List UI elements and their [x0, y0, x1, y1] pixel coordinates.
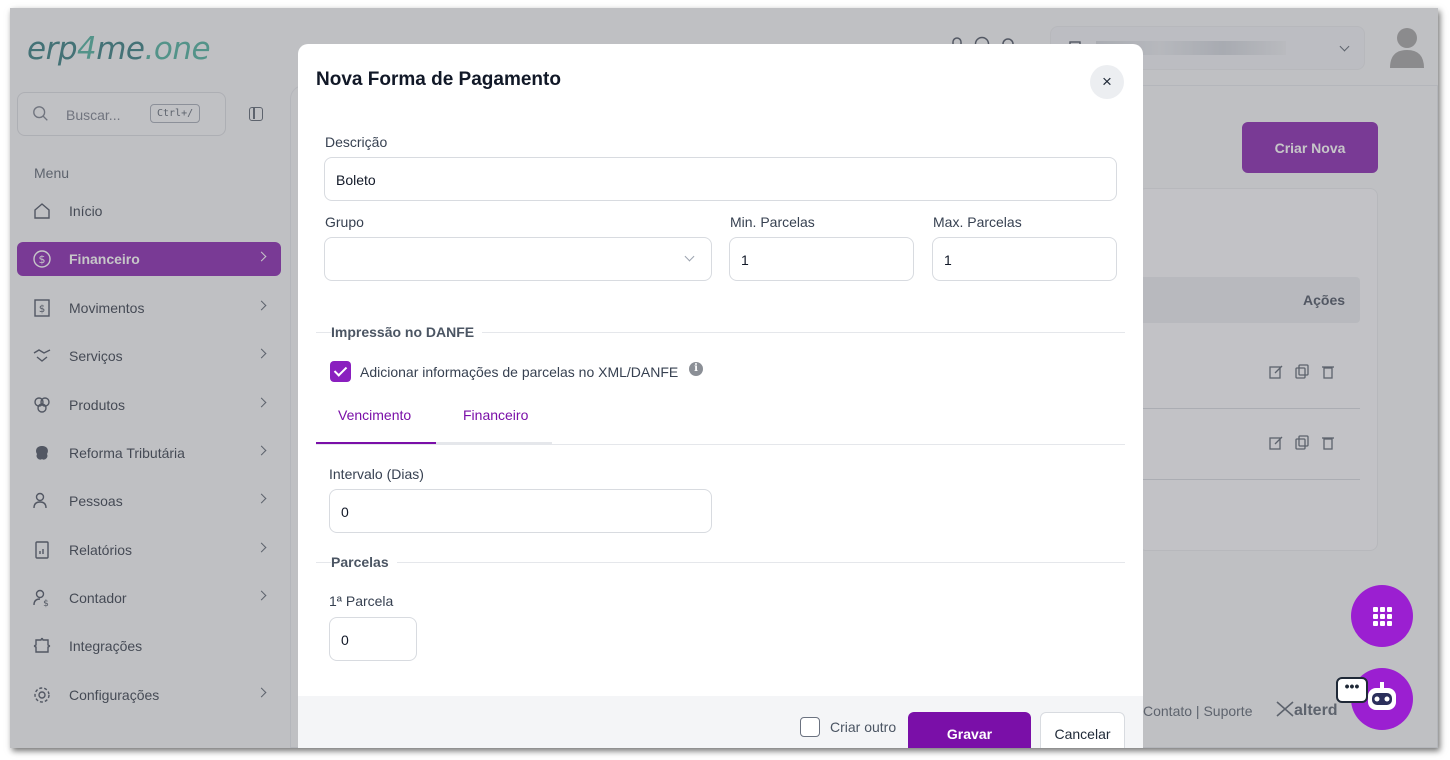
- criar-outro-label[interactable]: Criar outro: [830, 719, 896, 735]
- section-parcelas: Parcelas: [316, 554, 1125, 574]
- min-parcelas-value: 1: [741, 252, 749, 268]
- payment-method-modal: Nova Forma de Pagamento × Descrição Bole…: [298, 44, 1143, 748]
- descricao-field[interactable]: Boleto: [324, 157, 1117, 201]
- apps-grid-icon: [1372, 606, 1392, 626]
- section-danfe: Impressão no DANFE: [316, 324, 1125, 344]
- app-window: erp4me.one Buscar... Ctrl+/ Menu Início $…: [10, 8, 1438, 748]
- modal-title: Nova Forma de Pagamento: [316, 69, 561, 90]
- min-parcelas-label: Min. Parcelas: [730, 214, 815, 230]
- save-button[interactable]: Gravar: [908, 712, 1031, 748]
- info-icon[interactable]: i: [689, 362, 703, 376]
- primeira-parcela-field[interactable]: 0: [329, 617, 417, 661]
- section-parcelas-title: Parcelas: [331, 554, 397, 570]
- criar-outro-checkbox[interactable]: [800, 717, 820, 737]
- danfe-checkbox[interactable]: [330, 361, 351, 382]
- grupo-label: Grupo: [325, 214, 364, 230]
- primeira-parcela-label: 1ª Parcela: [329, 593, 394, 609]
- grupo-select[interactable]: [324, 237, 712, 281]
- primeira-parcela-value: 0: [341, 632, 349, 648]
- tab-vencimento[interactable]: Vencimento: [338, 407, 411, 423]
- max-parcelas-label: Max. Parcelas: [933, 214, 1022, 230]
- chevron-down-icon: [684, 251, 695, 262]
- cancel-button[interactable]: Cancelar: [1040, 712, 1125, 748]
- tab-inactive-underline: [436, 442, 552, 444]
- intervalo-value: 0: [341, 504, 349, 520]
- chat-bubble-icon: •••: [1336, 677, 1368, 703]
- tabs-divider: [316, 444, 1125, 445]
- tab-active-underline: [316, 442, 436, 444]
- min-parcelas-field[interactable]: 1: [729, 237, 914, 281]
- descricao-label: Descrição: [325, 134, 388, 150]
- danfe-checkbox-label[interactable]: Adicionar informações de parcelas no XML…: [360, 364, 678, 380]
- tab-financeiro[interactable]: Financeiro: [463, 407, 528, 423]
- max-parcelas-field[interactable]: 1: [932, 237, 1117, 281]
- close-icon: ×: [1102, 72, 1112, 91]
- intervalo-label: Intervalo (Dias): [329, 466, 424, 482]
- descricao-value: Boleto: [336, 172, 376, 188]
- section-divider: [316, 562, 1125, 563]
- section-danfe-title: Impressão no DANFE: [331, 324, 483, 340]
- apps-menu-button[interactable]: [1351, 585, 1413, 647]
- max-parcelas-value: 1: [944, 252, 952, 268]
- close-button[interactable]: ×: [1090, 65, 1124, 99]
- intervalo-field[interactable]: 0: [329, 489, 712, 533]
